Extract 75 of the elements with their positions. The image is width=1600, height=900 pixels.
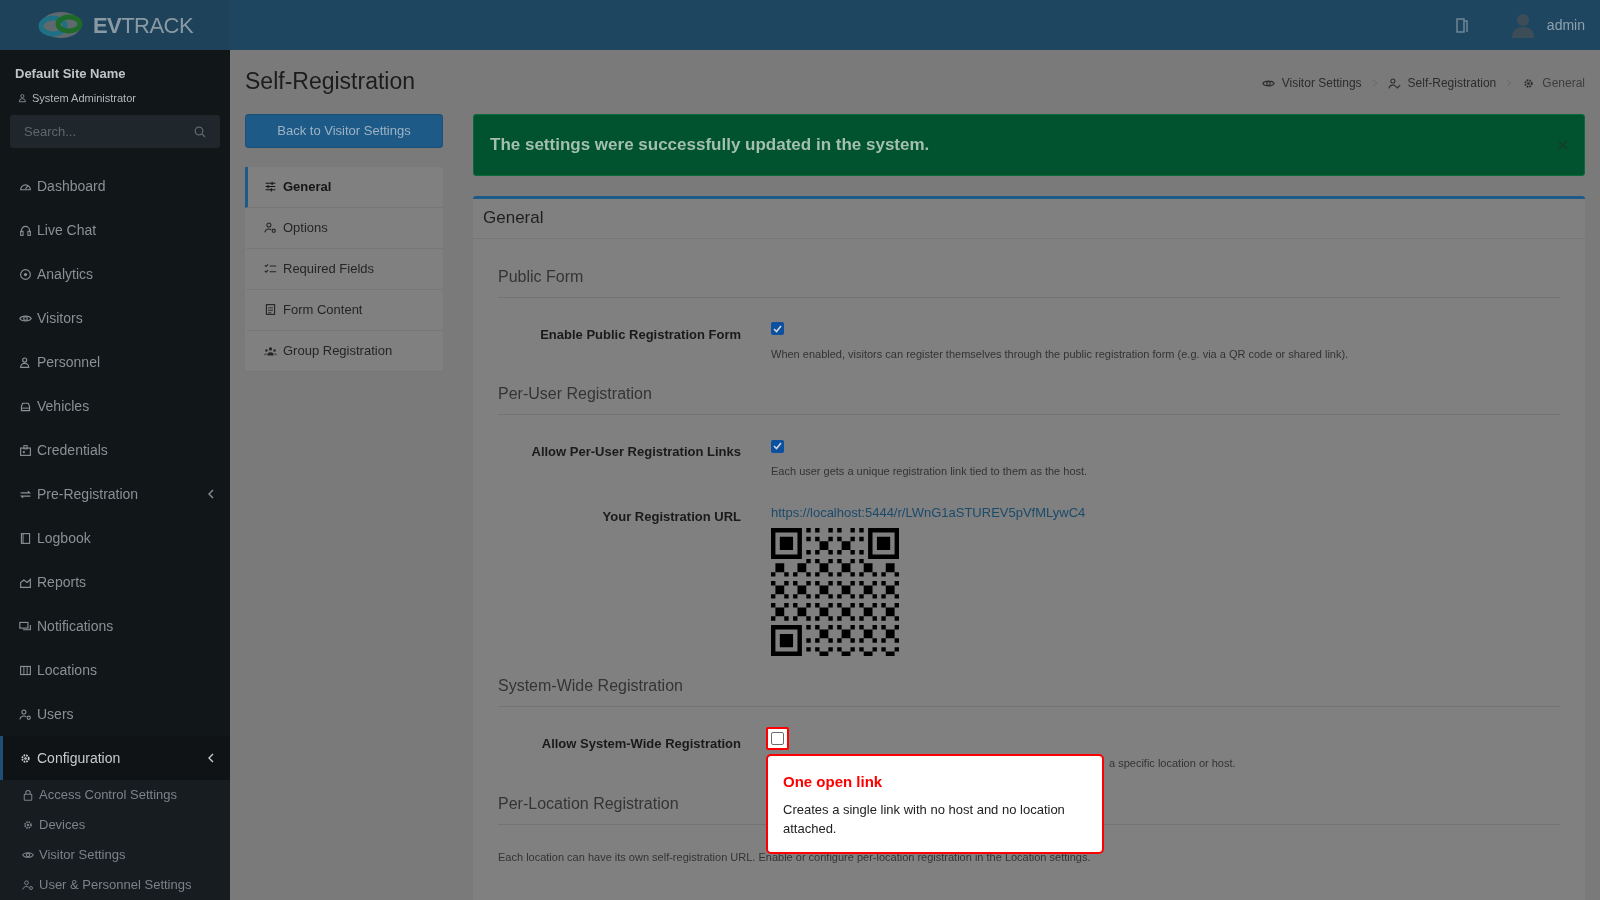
user-gear-icon bbox=[264, 221, 277, 234]
field-label: Enable Public Registration Form bbox=[539, 325, 741, 344]
headset-icon bbox=[19, 223, 32, 237]
sidebar-item[interactable]: Credentials bbox=[0, 428, 230, 472]
section-heading: Per-Location Registration bbox=[498, 793, 679, 814]
checklist-icon bbox=[264, 262, 277, 275]
sidebar-item[interactable]: Users bbox=[0, 692, 230, 736]
registration-link[interactable]: https://localhost:5444/r/LWnG1aSTUREV5pVfMLywC4 bbox=[771, 499, 1086, 522]
submenu-item[interactable]: User & Personnel Settings bbox=[0, 870, 230, 900]
chart-icon bbox=[19, 575, 32, 589]
breadcrumb-link[interactable]: Visitor Settings bbox=[1281, 74, 1362, 93]
section-heading: Per-User Registration bbox=[498, 384, 652, 404]
sliders-icon bbox=[264, 180, 277, 193]
field-description: a specific location or host. bbox=[1109, 756, 1236, 771]
map-icon bbox=[19, 663, 32, 677]
field-label: Your Registration URL bbox=[601, 507, 741, 526]
back-button[interactable]: Back to Visitor Settings bbox=[245, 113, 443, 148]
sidebar-item[interactable]: Notifications bbox=[0, 604, 230, 648]
sidebar-item[interactable]: Live Chat bbox=[0, 208, 230, 252]
submenu-item[interactable]: Visitor Settings bbox=[0, 840, 230, 870]
field-label: Allow Per-User Registration Links bbox=[530, 443, 741, 461]
sidebar-item[interactable]: Vehicles bbox=[0, 384, 230, 428]
sidebar-item[interactable]: Reports bbox=[0, 560, 230, 604]
checkbox[interactable] bbox=[771, 731, 784, 745]
checkbox[interactable] bbox=[771, 439, 784, 453]
person-icon bbox=[19, 355, 32, 369]
search-icon bbox=[194, 125, 206, 138]
gear-icon bbox=[19, 751, 32, 765]
site-name: Default Site Name bbox=[15, 65, 127, 83]
submenu-item[interactable]: Devices bbox=[0, 810, 230, 840]
user-gear-icon bbox=[22, 879, 34, 891]
section-heading: Public Form bbox=[498, 266, 584, 287]
group-icon bbox=[264, 344, 277, 357]
menu-tab[interactable]: Required Fields bbox=[245, 248, 443, 290]
breadcrumb-link[interactable]: Self-Registration bbox=[1407, 74, 1497, 93]
search-field[interactable]: Search... bbox=[10, 115, 220, 148]
field-description: When enabled, visitors can register themselves through the public registration form (e.g. via a QR code or shared link). bbox=[771, 346, 1349, 362]
field-description: Each user gets a unique registration link tied to them as the host. bbox=[771, 464, 1088, 479]
target-icon bbox=[19, 267, 32, 281]
card-title: General bbox=[483, 207, 544, 230]
gear-icon bbox=[22, 819, 34, 831]
sidebar-item[interactable]: Analytics bbox=[0, 252, 230, 296]
checkbox[interactable] bbox=[771, 322, 784, 335]
person-icon bbox=[18, 92, 28, 103]
popover-text: Creates a single link with no host and no location attached. bbox=[783, 800, 1066, 838]
submenu-item[interactable]: Access Control Settings bbox=[0, 780, 230, 810]
book-icon bbox=[19, 531, 32, 545]
section-note: Each location can have its own self-registration URL. Enable or configure per-location registration in the Location settings. bbox=[498, 849, 1092, 865]
sidebar-item[interactable]: Personnel bbox=[0, 340, 230, 384]
alert-message: The settings were successfully updated in the system. bbox=[490, 133, 930, 156]
gear-icon bbox=[1522, 76, 1536, 90]
menu-tab[interactable]: Group Registration bbox=[245, 330, 443, 372]
user-name[interactable]: admin bbox=[1546, 14, 1585, 36]
popover-title: One open link bbox=[783, 772, 884, 792]
document-icon bbox=[264, 303, 277, 316]
sidebar-item[interactable]: Locations bbox=[0, 648, 230, 692]
user-role: System Administrator bbox=[32, 90, 136, 106]
field-label: Allow System-Wide Registration bbox=[540, 735, 741, 753]
door-icon[interactable] bbox=[1455, 17, 1469, 33]
sidebar-item[interactable]: Pre-Registration bbox=[0, 472, 230, 516]
sidebar-item[interactable]: Visitors bbox=[0, 296, 230, 340]
menu-tab[interactable]: General bbox=[245, 166, 443, 208]
user-gear-icon bbox=[19, 707, 32, 721]
user-check-icon bbox=[1387, 76, 1401, 90]
page-title: Self-Registration bbox=[245, 67, 416, 96]
menu-tab[interactable]: Options bbox=[245, 207, 443, 249]
lock-icon bbox=[22, 789, 34, 801]
chat-icon bbox=[19, 619, 32, 633]
logo-text: EVTRACK bbox=[92, 11, 194, 40]
sidebar-item[interactable]: Logbook bbox=[0, 516, 230, 560]
eye-icon bbox=[22, 849, 34, 861]
menu-tab[interactable]: Form Content bbox=[245, 289, 443, 331]
id-card-icon bbox=[19, 443, 32, 457]
section-heading: System-Wide Registration bbox=[498, 676, 683, 696]
sidebar-item[interactable]: Dashboard bbox=[0, 164, 230, 208]
